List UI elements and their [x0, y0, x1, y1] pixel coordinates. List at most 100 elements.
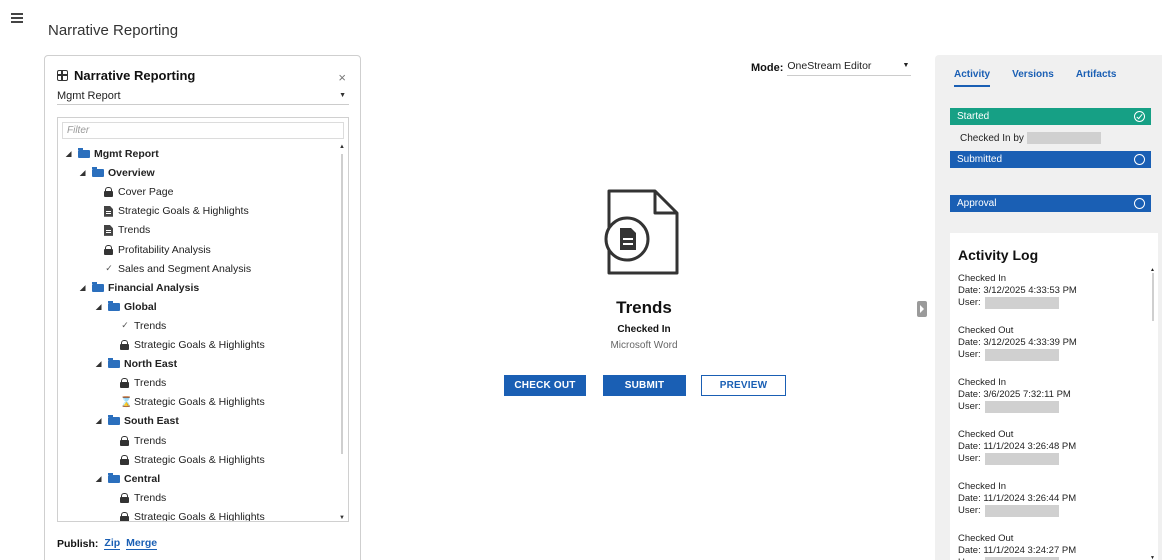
log-entry: Checked Out Date: 3/12/2025 4:33:39 PM Use…	[958, 325, 1138, 361]
expand-icon[interactable]: ◢	[66, 150, 78, 158]
log-entry: Checked Out Date: 11/1/2024 3:26:48 PM Use…	[958, 429, 1138, 465]
tree-item[interactable]: Profitability Analysis	[104, 242, 211, 258]
collapse-panel-icon[interactable]	[917, 301, 927, 317]
report-select[interactable]: Mgmt Report ▼	[57, 87, 349, 105]
log-date: Date: 3/6/2025 7:32:11 PM	[958, 389, 1071, 400]
stage-submitted[interactable]: Submitted	[950, 151, 1151, 168]
close-icon[interactable]: ×	[338, 70, 346, 85]
log-user: User:	[958, 401, 1138, 413]
filter-input[interactable]: Filter	[62, 122, 344, 139]
menu-icon[interactable]	[11, 13, 23, 23]
tree-item[interactable]: Strategic Goals & Highlights	[120, 452, 265, 468]
tab-artifacts[interactable]: Artifacts	[1076, 69, 1117, 87]
mode-select[interactable]: OneStream Editor ▼	[787, 60, 912, 76]
tree-folder[interactable]: ◢ Global	[96, 299, 157, 315]
log-entry: Checked In Date: 3/6/2025 7:32:11 PM User:	[958, 377, 1138, 413]
tree-item[interactable]: ✓ Trends	[120, 318, 166, 334]
report-tree: Filter ▲ ▼ ◢ Mgmt Report ◢ Overview Cover Pa…	[57, 117, 349, 522]
tab-activity[interactable]: Activity	[954, 69, 991, 87]
tree-item[interactable]: Strategic Goals & Highlights	[120, 509, 265, 522]
tree-item-label: South East	[124, 415, 179, 428]
log-user-label: User:	[958, 401, 981, 412]
tab-versions[interactable]: Versions	[1012, 69, 1054, 87]
lock-icon	[120, 435, 129, 446]
tree-item-label: Trends	[118, 224, 151, 237]
log-entry: Checked In Date: 11/1/2024 3:26:44 PM User…	[958, 481, 1138, 517]
document-icon	[104, 205, 113, 217]
tree-item-label: Strategic Goals & Highlights	[134, 396, 265, 409]
tree-folder[interactable]: ◢ Mgmt Report	[66, 146, 159, 162]
mode-select-value: OneStream Editor	[787, 60, 872, 72]
folder-icon	[108, 415, 120, 426]
expand-icon[interactable]: ◢	[80, 169, 92, 177]
tree-item-label: Profitability Analysis	[118, 243, 211, 256]
publish-zip-link[interactable]: Zip	[104, 537, 121, 550]
lock-icon	[120, 492, 129, 503]
redacted-user	[984, 401, 1059, 413]
report-select-value: Mgmt Report	[57, 90, 121, 102]
scroll-down-icon[interactable]: ▼	[1150, 555, 1155, 560]
tree-item[interactable]: ⌛ Strategic Goals & Highlights	[120, 394, 265, 410]
tree-item[interactable]: Trends	[120, 490, 166, 506]
stage-approval[interactable]: Approval	[950, 195, 1151, 212]
tree-item[interactable]: Trends	[104, 222, 150, 238]
tree-item[interactable]: Cover Page	[104, 184, 173, 200]
tree-item-label: Strategic Goals & Highlights	[134, 339, 265, 351]
tree-folder[interactable]: ◢ Central	[96, 471, 160, 487]
tree-item[interactable]: Strategic Goals & Highlights	[104, 203, 249, 219]
chevron-down-icon: ▼	[339, 92, 346, 99]
tree-item-label: Strategic Goals & Highlights	[134, 510, 265, 522]
expand-icon[interactable]: ◢	[80, 284, 92, 292]
expand-icon[interactable]: ◢	[96, 360, 108, 368]
folder-icon	[92, 167, 104, 178]
expand-icon[interactable]: ◢	[96, 303, 108, 311]
tree-item-label: Financial Analysis	[108, 281, 200, 294]
check-out-button[interactable]: CHECK OUT	[504, 375, 586, 396]
publish-bar: Publish: Zip Merge	[57, 537, 158, 550]
tree-item[interactable]: Trends	[120, 375, 166, 391]
scroll-down-icon[interactable]: ▼	[339, 515, 345, 521]
tree-item-label: Central	[124, 472, 161, 485]
log-scrollbar[interactable]	[1152, 273, 1154, 321]
publish-merge-link[interactable]: Merge	[126, 537, 158, 550]
tree-folder[interactable]: ◢ North East	[96, 356, 177, 372]
document-status: Checked In	[617, 324, 671, 335]
check-icon: ✓	[121, 320, 129, 331]
page-title: Narrative Reporting	[48, 22, 179, 39]
lock-icon	[104, 244, 113, 255]
tree-folder[interactable]: ◢ Overview	[80, 165, 155, 181]
log-date: Date: 3/12/2025 4:33:39 PM	[958, 337, 1077, 348]
tree-item[interactable]: Trends	[120, 433, 166, 449]
tree-scrollbar[interactable]	[341, 154, 343, 454]
tree-item[interactable]: ✓ Sales and Segment Analysis	[104, 261, 251, 277]
document-name: Trends	[616, 298, 672, 317]
redacted-user	[984, 453, 1059, 465]
lock-icon	[120, 454, 129, 465]
tree-item[interactable]: Strategic Goals & Highlights	[120, 337, 265, 353]
tree-item-label: Trends	[134, 434, 167, 447]
tree-folder[interactable]: ◢ South East	[96, 413, 179, 429]
circle-icon	[1134, 154, 1145, 165]
activity-tabs: Activity Versions Artifacts	[954, 69, 1116, 87]
tree-item-label: Strategic Goals & Highlights	[118, 205, 249, 218]
scroll-up-icon[interactable]: ▲	[339, 144, 345, 150]
tree-folder[interactable]: ◢ Financial Analysis	[80, 280, 199, 296]
submit-button[interactable]: SUBMIT	[603, 375, 686, 396]
log-user: User:	[958, 349, 1138, 361]
expand-icon[interactable]: ◢	[96, 475, 108, 483]
log-user: User:	[958, 297, 1138, 309]
log-user-label: User:	[958, 453, 981, 464]
log-date: Date: 11/1/2024 3:24:27 PM	[958, 545, 1077, 556]
checked-in-by-label: Checked In by	[960, 132, 1024, 144]
preview-button[interactable]: PREVIEW	[701, 375, 786, 396]
folder-icon	[92, 281, 104, 292]
publish-label: Publish:	[57, 537, 99, 550]
redacted-user	[984, 297, 1059, 309]
activity-panel: Activity Versions Artifacts Started Chec…	[935, 55, 1162, 560]
tree-item-label: Trends	[134, 377, 167, 390]
activity-log-title: Activity Log	[958, 247, 1039, 263]
stage-started[interactable]: Started	[950, 108, 1151, 125]
redacted-user	[984, 505, 1059, 517]
lock-icon	[120, 340, 129, 350]
expand-icon[interactable]: ◢	[96, 417, 108, 425]
